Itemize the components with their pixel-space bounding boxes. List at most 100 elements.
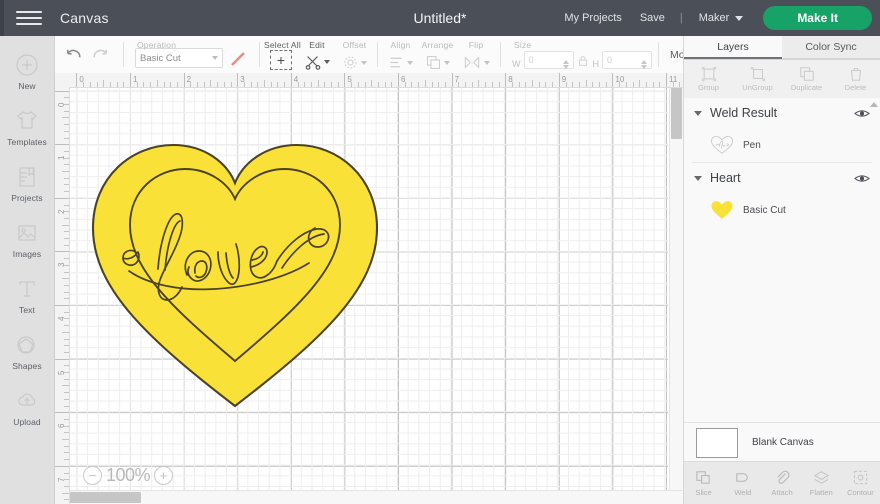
rail-item-templates[interactable]: Templates <box>0 100 54 156</box>
ruler-minor-tick <box>64 231 69 233</box>
ruler-minor-tick <box>64 351 69 353</box>
ruler-minor-tick <box>632 82 634 87</box>
rail-item-text[interactable]: Text <box>0 268 54 324</box>
scroll-up-arrow-icon[interactable] <box>870 102 878 107</box>
ruler-minor-tick <box>592 82 594 87</box>
canvas-color-swatch[interactable] <box>696 427 738 458</box>
my-projects-link[interactable]: My Projects <box>555 12 630 24</box>
flip-button[interactable]: Flip <box>456 36 496 77</box>
offset-button[interactable]: Offset <box>336 36 373 77</box>
ruler-minor-tick <box>310 82 312 87</box>
app-header: Canvas Untitled* My Projects Save | Make… <box>0 0 880 36</box>
rail-label-new: New <box>18 81 36 91</box>
align-button[interactable]: Align <box>382 36 419 77</box>
ruler-tick <box>55 305 69 306</box>
ruler-tick <box>612 73 614 87</box>
ruler-minor-tick <box>538 82 540 87</box>
duplicate-button[interactable]: Duplicate <box>782 60 831 98</box>
chevron-down-icon[interactable] <box>694 175 702 181</box>
size-group: Size W 0 H 0 <box>505 36 654 73</box>
ruler-minor-tick <box>599 82 600 87</box>
minus-circle-icon[interactable]: − <box>83 466 102 485</box>
ruler-minor-tick <box>230 82 232 87</box>
divider <box>658 42 659 67</box>
arrange-button[interactable]: Arrange <box>419 36 456 77</box>
operation-color-swatch[interactable] <box>228 49 248 69</box>
save-button[interactable]: Save <box>631 12 674 24</box>
ruler-minor-tick <box>210 80 212 87</box>
rail-item-new[interactable]: New <box>0 44 54 100</box>
canvas-vertical-scrollbar[interactable] <box>669 87 683 504</box>
chevron-down-icon <box>212 56 218 60</box>
ruler-minor-tick <box>64 405 69 407</box>
ungroup-button[interactable]: UnGroup <box>733 60 782 98</box>
ruler-tick <box>76 73 78 87</box>
select-all-icon: + <box>270 50 292 70</box>
ruler-minor-tick <box>578 82 580 87</box>
blank-canvas-row[interactable]: Blank Canvas <box>684 422 880 462</box>
attach-button[interactable]: Attach <box>762 462 801 504</box>
shapes-icon <box>17 336 35 354</box>
rail-item-shapes[interactable]: Shapes <box>0 324 54 380</box>
select-all-button[interactable]: Select All + <box>264 36 301 77</box>
ruler-minor-tick <box>203 82 205 87</box>
redo-arrow-icon[interactable] <box>92 45 111 64</box>
heart-swatch <box>711 201 733 219</box>
ruler-minor-tick <box>471 82 473 87</box>
paperclip-icon <box>776 470 789 484</box>
ruler-minor-tick <box>64 452 69 454</box>
machine-label: Maker <box>698 12 730 24</box>
ruler-minor-tick <box>444 82 446 87</box>
rail-item-upload[interactable]: Upload <box>0 380 54 436</box>
panel-scrollbar[interactable] <box>870 102 878 454</box>
layer-header[interactable]: Weld Result <box>684 98 880 128</box>
delete-button[interactable]: Delete <box>831 60 880 98</box>
contour-button[interactable]: Contour <box>841 462 880 504</box>
layer-list[interactable]: Weld Result Pen Heart Basic Cut <box>684 98 880 458</box>
ruler-minor-tick <box>64 425 69 427</box>
edit-button[interactable]: Edit <box>298 36 336 77</box>
tab-layers[interactable]: Layers <box>684 36 782 59</box>
ruler-minor-tick <box>190 82 192 87</box>
layer-sublayer-basic-cut[interactable]: Basic Cut <box>684 193 880 227</box>
eye-icon[interactable] <box>854 108 870 119</box>
make-it-button[interactable]: Make It <box>763 6 872 30</box>
ruler-minor-tick <box>64 318 69 320</box>
ruler-minor-tick <box>337 82 339 87</box>
layer-sublayer-pen[interactable]: Pen <box>684 128 880 162</box>
layer-header[interactable]: Heart <box>684 163 880 193</box>
arrange-icon <box>427 56 440 69</box>
ruler-minor-tick <box>585 80 587 87</box>
scrollbar-thumb[interactable] <box>671 87 682 139</box>
eye-icon[interactable] <box>854 173 870 184</box>
ruler-minor-tick <box>64 130 69 132</box>
lock-icon[interactable] <box>576 54 590 68</box>
canvas-row-label: Blank Canvas <box>752 437 814 448</box>
plus-circle-icon[interactable]: + <box>154 466 174 485</box>
weld-button[interactable]: Weld <box>723 462 762 504</box>
tab-color-sync[interactable]: Color Sync <box>782 36 880 59</box>
canvas-grid[interactable] <box>69 87 668 504</box>
width-stepper[interactable] <box>562 60 569 69</box>
flatten-button[interactable]: Flatten <box>802 462 841 504</box>
hamburger-icon[interactable] <box>16 8 42 28</box>
slice-button[interactable]: Slice <box>684 462 723 504</box>
canvas-horizontal-scrollbar[interactable] <box>69 490 683 504</box>
ruler-minor-tick <box>62 331 69 333</box>
rail-item-projects[interactable]: Projects <box>0 156 54 212</box>
undo-arrow-icon[interactable] <box>63 45 82 64</box>
machine-selector[interactable]: Maker <box>689 12 754 24</box>
arrange-label: Arrange <box>421 40 454 50</box>
ruler-minor-tick <box>257 82 259 87</box>
ruler-minor-tick <box>103 80 105 87</box>
chevron-down-icon <box>444 60 450 65</box>
rail-item-images[interactable]: Images <box>0 212 54 268</box>
vertical-ruler: 01234567 <box>55 87 70 504</box>
chevron-down-icon[interactable] <box>694 110 702 116</box>
scrollbar-thumb[interactable] <box>69 492 141 503</box>
size-label: Size <box>514 40 532 50</box>
group-button[interactable]: Group <box>684 60 733 98</box>
operation-select[interactable]: Basic Cut <box>135 48 223 68</box>
header-separator: | <box>679 12 683 24</box>
height-stepper[interactable] <box>641 60 647 69</box>
